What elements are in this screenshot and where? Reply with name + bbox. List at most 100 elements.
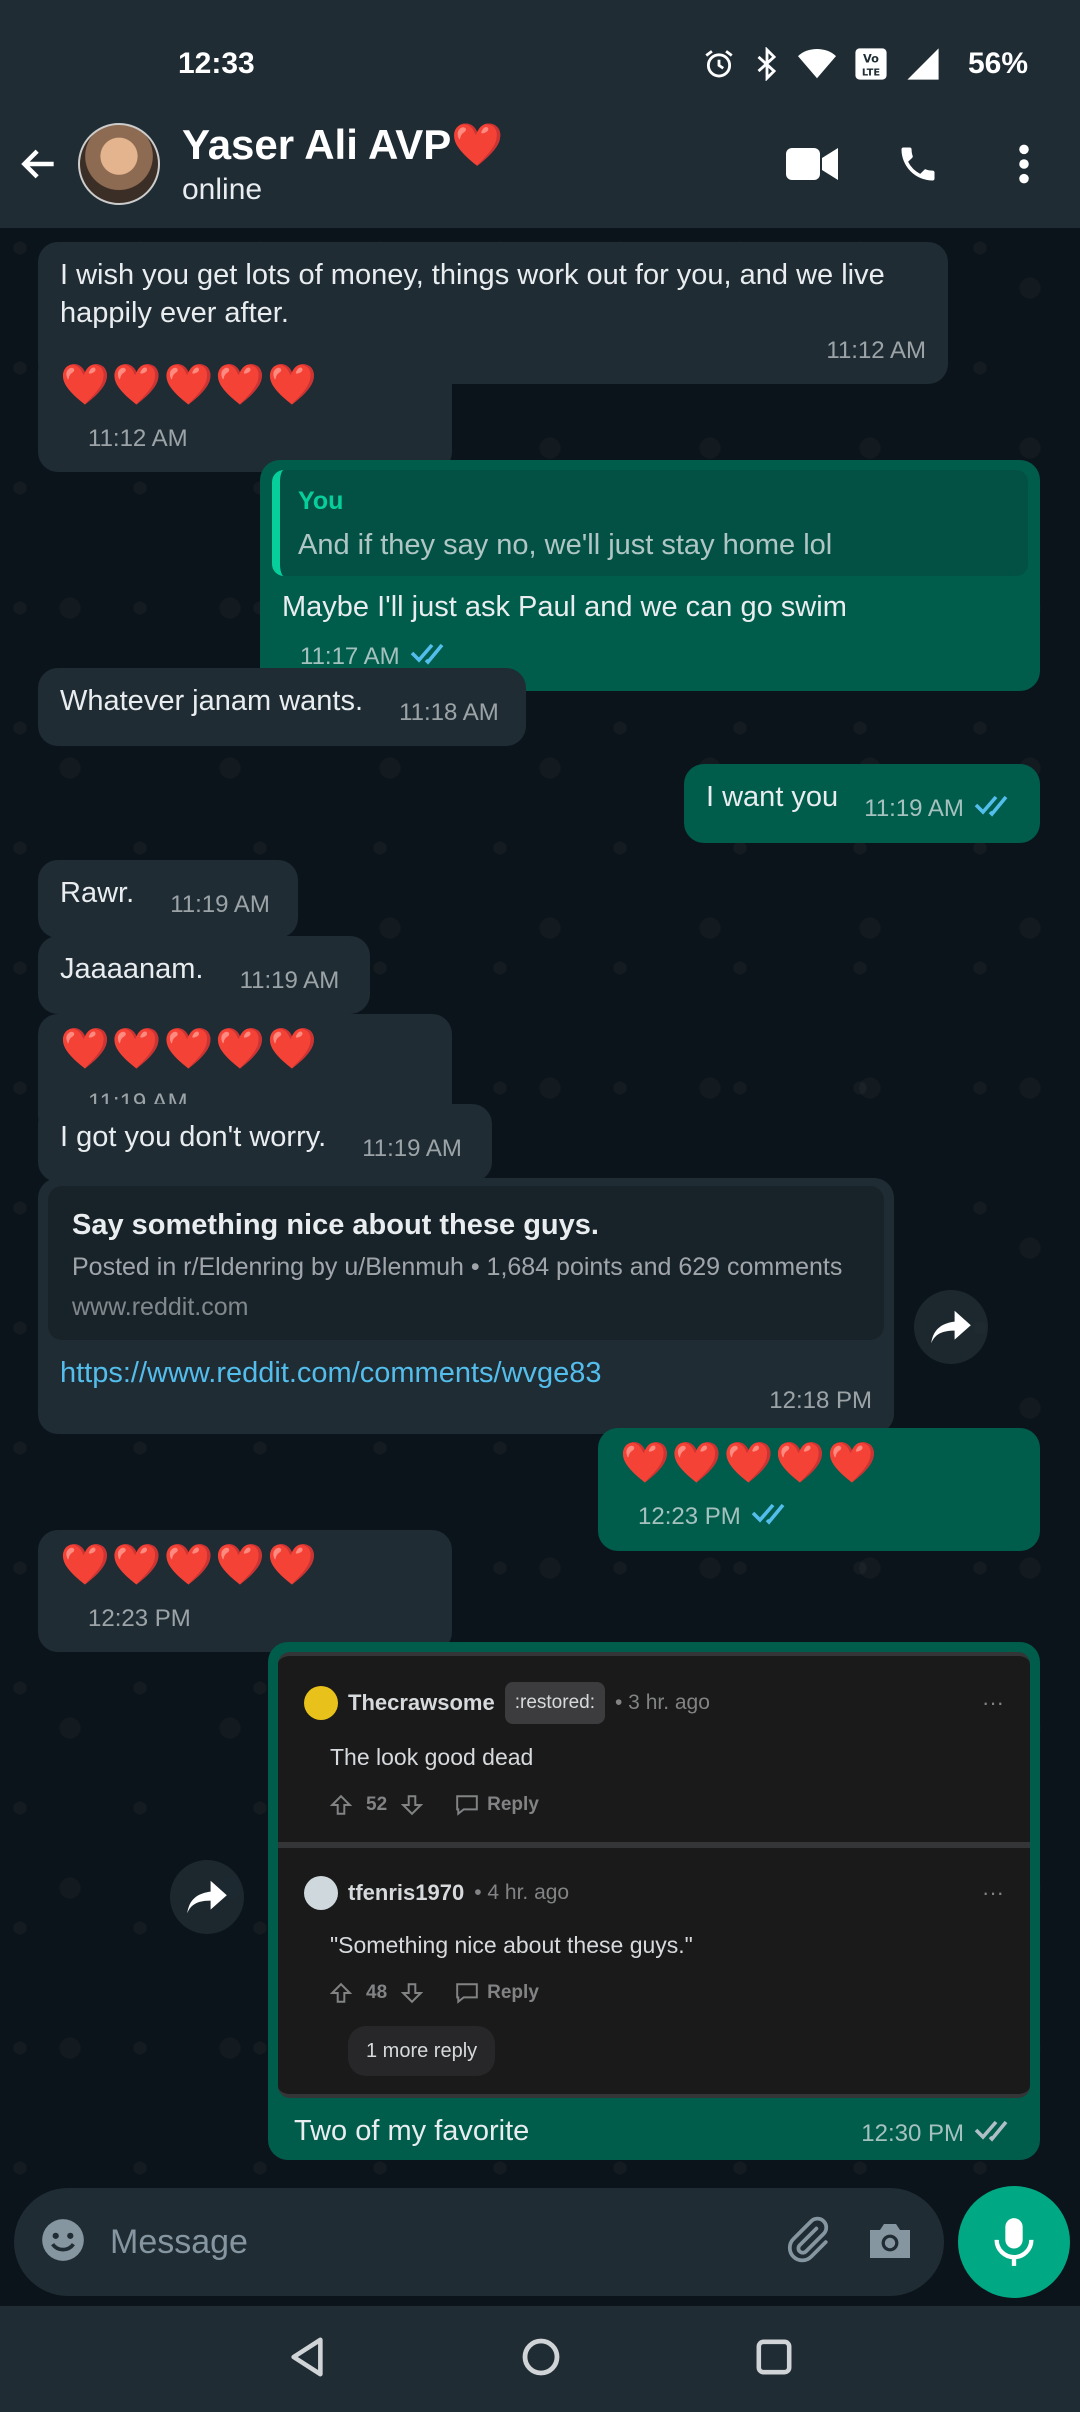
message-time: 12:23 PM	[88, 1605, 191, 1632]
more-dots-icon: ···	[982, 1880, 1004, 1905]
incoming-message[interactable]: Rawr. 11:19 AM	[38, 860, 298, 938]
more-vert-icon	[1019, 144, 1029, 184]
camera-button[interactable]	[866, 2218, 914, 2267]
reddit-avatar	[304, 1686, 338, 1720]
bluetooth-icon	[754, 47, 780, 81]
camera-icon	[870, 2223, 910, 2258]
status-time: 12:33	[178, 47, 255, 80]
delivered-ticks-icon	[974, 2116, 1014, 2154]
message-time: 11:19 AM	[170, 891, 270, 918]
video-call-button[interactable]	[784, 134, 840, 194]
link-title: Say something nice about these guys.	[72, 1209, 599, 1241]
nav-recents-button[interactable]	[755, 2338, 793, 2381]
message-time: 12:23 PM	[638, 1503, 741, 1530]
reddit-screenshot-image[interactable]: Thecrawsome :restored: • 3 hr. ago ··· T…	[278, 1652, 1030, 2098]
nav-back-button[interactable]	[287, 2336, 327, 2383]
contact-avatar[interactable]	[78, 123, 160, 205]
outgoing-message[interactable]: I want you 11:19 AM	[684, 764, 1040, 843]
emoji-button[interactable]	[38, 2215, 88, 2270]
vote-count: 52	[366, 1794, 388, 1815]
message-input[interactable]	[110, 2222, 782, 2262]
contact-status: online	[182, 173, 263, 206]
quote-text: And if they say no, we'll just stay home…	[298, 529, 833, 561]
outgoing-message[interactable]: ❤️❤️❤️❤️❤️ 12:23 PM	[598, 1428, 1040, 1551]
incoming-link-message[interactable]: Say something nice about these guys. Pos…	[38, 1178, 894, 1434]
message-text: I wish you get lots of money, things wor…	[60, 259, 885, 329]
signal-icon	[906, 47, 940, 81]
nav-home-button[interactable]	[521, 2337, 561, 2382]
forward-button[interactable]	[170, 1860, 244, 1934]
nav-recents-icon	[756, 2339, 792, 2374]
reply-label: Reply	[487, 1982, 539, 2003]
downvote-icon	[401, 1982, 424, 2004]
svg-text:LTE: LTE	[862, 67, 880, 78]
voice-call-button[interactable]	[890, 134, 946, 194]
reply-label: Reply	[487, 1794, 539, 1815]
incoming-message[interactable]: I got you don't worry. 11:19 AM	[38, 1104, 492, 1182]
message-composer	[14, 2188, 944, 2296]
reddit-comment: Thecrawsome :restored: • 3 hr. ago ··· T…	[278, 1656, 1030, 1842]
message-text: ❤️❤️❤️❤️❤️	[60, 1027, 320, 1071]
link-description: Posted in r/Eldenring by u/Blenmuh • 1,6…	[72, 1253, 843, 1281]
message-text: I got you don't worry.	[60, 1121, 327, 1153]
link-domain: www.reddit.com	[72, 1293, 249, 1321]
outgoing-message[interactable]: You And if they say no, we'll just stay …	[260, 460, 1040, 691]
message-text: Maybe I'll just ask Paul and we can go s…	[282, 591, 847, 623]
back-button[interactable]	[0, 114, 78, 214]
reddit-comment-text: "Something nice about these guys."	[330, 1932, 693, 1958]
message-text: Whatever janam wants.	[60, 685, 364, 717]
more-options-button[interactable]	[996, 134, 1052, 194]
more-replies-pill: 1 more reply	[348, 2026, 496, 2076]
comment-icon	[455, 1982, 479, 2004]
incoming-message[interactable]: ❤️❤️❤️❤️❤️ 12:23 PM	[38, 1530, 452, 1652]
forward-icon	[931, 1310, 971, 1344]
contact-name: Yaser Ali AVP❤️	[182, 121, 504, 168]
emoji-icon	[42, 2218, 84, 2261]
incoming-message[interactable]: Jaaaanam. 11:19 AM	[38, 936, 370, 1014]
message-text: Jaaaanam.	[60, 953, 204, 985]
phone-icon	[901, 147, 935, 181]
reddit-comment-text: The look good dead	[330, 1744, 534, 1770]
forward-icon	[187, 1880, 227, 1914]
attach-icon	[787, 2216, 829, 2262]
reddit-username: Thecrawsome	[348, 1690, 495, 1715]
chat-area[interactable]: I wish you get lots of money, things wor…	[0, 228, 1080, 2188]
message-text: ❤️❤️❤️❤️❤️	[620, 1441, 880, 1485]
comment-icon	[455, 1794, 479, 1816]
outgoing-image-message[interactable]: Thecrawsome :restored: • 3 hr. ago ··· T…	[268, 1642, 1040, 2160]
nav-home-icon	[522, 2338, 560, 2375]
alarm-icon	[702, 47, 736, 81]
message-text: I want you	[706, 781, 839, 813]
quote-author: You	[298, 487, 344, 515]
read-ticks-icon	[751, 1499, 791, 1537]
message-time: 11:18 AM	[399, 699, 499, 726]
mic-icon	[994, 2218, 1034, 2266]
message-time: 11:19 AM	[864, 795, 964, 822]
upvote-icon	[330, 1794, 352, 1816]
battery-percent: 56%	[967, 47, 1028, 80]
upvote-icon	[330, 1982, 352, 2004]
volte-icon: Vo LTE	[854, 47, 888, 81]
message-text: ❤️❤️❤️❤️❤️	[60, 363, 320, 407]
video-call-icon	[786, 148, 838, 180]
message-time: 11:12 AM	[88, 425, 188, 452]
message-text: Two of my favorite	[294, 2115, 530, 2147]
reddit-age: • 3 hr. ago	[615, 1691, 710, 1714]
message-time: 11:19 AM	[362, 1135, 462, 1162]
message-time: 12:30 PM	[861, 2120, 964, 2148]
incoming-message[interactable]: ❤️❤️❤️❤️❤️ 11:12 AM	[38, 350, 452, 472]
system-nav-bar	[0, 2306, 1080, 2412]
link-preview-card[interactable]: Say something nice about these guys. Pos…	[48, 1186, 884, 1340]
voice-message-button[interactable]	[958, 2186, 1070, 2298]
reddit-avatar	[304, 1876, 338, 1910]
quoted-message[interactable]: You And if they say no, we'll just stay …	[272, 470, 1028, 576]
contact-info[interactable]: Yaser Ali AVP❤️ online	[182, 121, 784, 207]
reddit-flair: :restored:	[504, 1682, 605, 1724]
incoming-message[interactable]: Whatever janam wants. 11:18 AM	[38, 668, 526, 746]
reddit-age: • 4 hr. ago	[474, 1881, 570, 1904]
message-time: 11:19 AM	[239, 967, 340, 994]
status-icons: Vo LTE 56%	[702, 47, 1028, 81]
back-arrow-icon	[21, 149, 54, 179]
attach-button[interactable]	[782, 2215, 832, 2270]
forward-button[interactable]	[914, 1290, 988, 1364]
